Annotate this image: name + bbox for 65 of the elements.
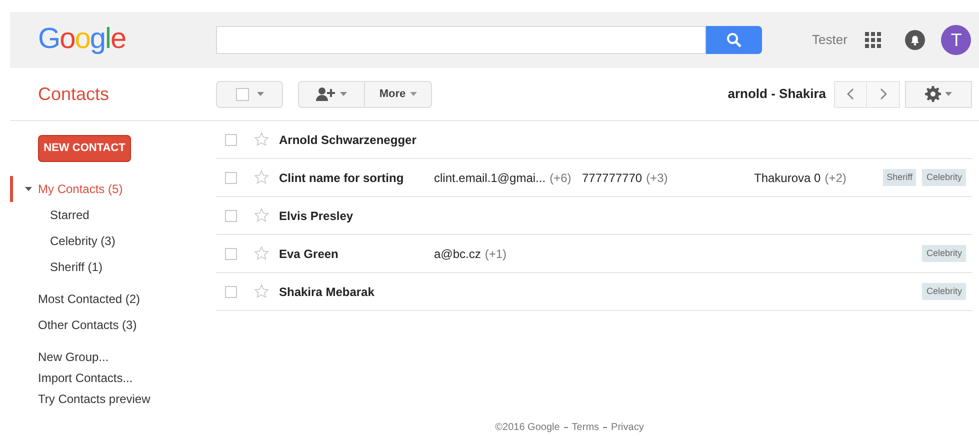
previous-button[interactable] <box>834 80 867 108</box>
person-add-icon <box>316 87 336 101</box>
contact-phone: 777777770 <box>582 170 642 186</box>
app-title: Contacts <box>38 82 110 106</box>
caret-icon <box>945 92 952 96</box>
sidebar-item[interactable]: Starred <box>50 206 90 224</box>
search-button[interactable] <box>706 26 762 54</box>
settings-button[interactable] <box>905 80 972 108</box>
more-count: (+3) <box>646 170 668 186</box>
caret-icon <box>410 92 417 96</box>
select-dropdown[interactable] <box>216 80 283 108</box>
settings-icon <box>925 86 941 102</box>
chevron-right-icon <box>880 88 886 100</box>
apps-grid-icon[interactable] <box>865 32 882 48</box>
contact-name[interactable]: Clint name for sorting <box>279 168 434 186</box>
row-checkbox[interactable] <box>225 286 237 298</box>
row-checkbox[interactable] <box>225 248 237 260</box>
star-icon[interactable] <box>254 208 269 223</box>
contact-email: a@bc.cz <box>434 246 481 262</box>
sidebar-item[interactable]: My Contacts (5) <box>38 180 123 198</box>
star-icon[interactable] <box>254 170 269 185</box>
group-tag: Sheriff <box>882 168 916 186</box>
contact-name[interactable]: Arnold Schwarzenegger <box>279 130 434 148</box>
contact-address: Thakurova 0 <box>754 170 821 186</box>
chevron-left-icon <box>847 88 854 100</box>
copyright-text: ©2016 Google <box>495 421 560 435</box>
caret-icon <box>256 92 264 96</box>
user-name[interactable]: Tester <box>812 30 848 50</box>
footer-link[interactable]: Privacy <box>611 420 644 435</box>
sidebar-link[interactable]: Import Contacts... <box>38 369 133 387</box>
sidebar-item[interactable]: Sheriff (1) <box>50 258 102 276</box>
new-contact-button[interactable]: NEW CONTACT <box>38 135 131 162</box>
group-tag: Celebrity <box>922 168 966 186</box>
sidebar-item[interactable]: Celebrity (3) <box>50 232 116 250</box>
contact-name[interactable]: Elvis Presley <box>279 206 434 224</box>
search-icon <box>726 32 742 48</box>
user-avatar[interactable]: T <box>941 25 972 55</box>
caret-icon[interactable] <box>25 187 32 191</box>
contact-name[interactable]: Shakira Mebarak <box>279 282 434 300</box>
add-contact-button[interactable] <box>298 80 365 108</box>
contact-email: clint.email.1@gmai... <box>434 170 546 186</box>
sidebar-item[interactable]: Other Contacts (3) <box>38 316 137 334</box>
row-checkbox[interactable] <box>225 134 237 146</box>
caret-icon <box>340 92 347 96</box>
sidebar-item[interactable]: Most Contacted (2) <box>38 290 140 308</box>
row-checkbox[interactable] <box>225 172 237 184</box>
more-count: (+6) <box>550 170 572 186</box>
more-count: (+1) <box>484 246 507 262</box>
range-label: arnold - Shakira <box>728 85 826 104</box>
footer-link[interactable]: Terms <box>572 420 600 435</box>
search-field[interactable] <box>216 26 706 54</box>
star-icon[interactable] <box>254 132 269 147</box>
sidebar-link[interactable]: Try Contacts preview <box>38 390 150 408</box>
notifications-icon[interactable] <box>905 30 926 50</box>
star-icon[interactable] <box>254 284 269 299</box>
group-tag: Celebrity <box>922 244 966 262</box>
group-tag: Celebrity <box>922 282 966 300</box>
contact-name[interactable]: Eva Green <box>279 244 434 262</box>
star-icon[interactable] <box>254 246 269 261</box>
more-count: (+2) <box>824 170 846 186</box>
next-button[interactable] <box>867 80 900 108</box>
more-button[interactable]: More <box>365 80 432 108</box>
checkbox-icon <box>236 88 248 100</box>
sidebar-link[interactable]: New Group... <box>38 348 109 366</box>
row-checkbox[interactable] <box>225 210 237 222</box>
